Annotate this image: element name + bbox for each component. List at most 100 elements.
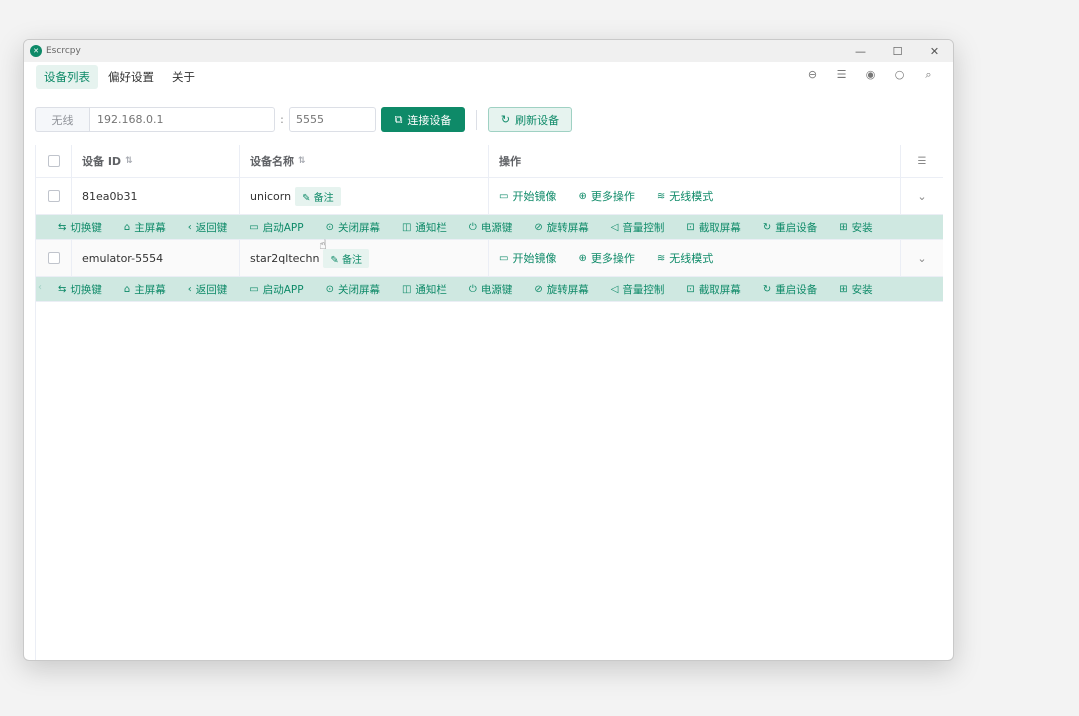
start-mirror-button[interactable]: ▭ 开始镜像 [499, 250, 556, 266]
log-icon[interactable]: ☰ [827, 68, 856, 82]
plus-circle-icon: ⊕ [578, 252, 587, 264]
github-icon[interactable]: ○ [885, 68, 914, 82]
connect-device-button[interactable]: ⧉ 连接设备 [381, 107, 465, 132]
action-switch[interactable]: ⇆ 切换键 [58, 282, 102, 297]
app-window: ✕ Escrcpy — ☐ ✕ 设备列表 偏好设置 关于 ⊖ ☰ ◉ ○ ⌕ 无… [23, 39, 954, 661]
action-back[interactable]: ‹ 返回键 [188, 282, 228, 297]
refresh-devices-button[interactable]: ↻ 刷新设备 [488, 107, 572, 132]
header-device-id[interactable]: 设备 ID ⇅ [72, 145, 240, 177]
action-notification[interactable]: ◫ 通知栏 [402, 282, 447, 297]
action-label: 重启设备 [775, 283, 818, 296]
device-id-cell: emulator-5554 [72, 240, 240, 276]
package-icon: ⊞ [839, 283, 848, 295]
action-rotate[interactable]: ⊘ 旋转屏幕 [534, 282, 588, 297]
action-switch[interactable]: ⇆ 切换键 [58, 220, 102, 235]
start-mirror-label: 开始镜像 [512, 190, 557, 203]
more-actions-label: 更多操作 [590, 190, 635, 203]
action-label: 通知栏 [415, 283, 447, 296]
action-home[interactable]: ⌂ 主屏幕 [124, 282, 166, 297]
minimize-button[interactable]: — [842, 40, 879, 62]
row-checkbox[interactable] [47, 252, 60, 264]
rotate-icon: ⊘ [534, 283, 543, 295]
device-table: 设备 ID ⇅ 设备名称 ⇅ 操作 ☰ 81ea0b31 unicorn ✎ 备… [35, 145, 943, 660]
port-separator: : [280, 113, 284, 126]
action-volume[interactable]: ◁ 音量控制 [611, 220, 665, 235]
remark-button[interactable]: ✎ 备注 [323, 248, 369, 268]
refresh-icon: ↻ [762, 221, 772, 233]
action-install[interactable]: ⊞ 安装 [839, 220, 872, 235]
action-power[interactable]: ⏻ 电源键 [469, 220, 512, 235]
window-title: Escrcpy [46, 46, 81, 56]
maximize-button[interactable]: ☐ [879, 40, 916, 62]
port-input[interactable] [289, 107, 376, 132]
action-back[interactable]: ‹ 返回键 [188, 220, 228, 235]
select-all-checkbox[interactable] [47, 155, 60, 167]
back-icon: ‹ [187, 283, 192, 295]
scroll-left-icon[interactable]: ‹ [38, 282, 42, 293]
action-label: 启动APP [262, 221, 304, 234]
more-actions-button[interactable]: ⊕ 更多操作 [578, 188, 634, 204]
header-device-id-label: 设备 ID [82, 155, 122, 168]
action-notification[interactable]: ◫ 通知栏 [402, 220, 447, 235]
quick-actions-strip: ‹ ⇆ 切换键 ⌂ 主屏幕 ‹ 返回键 ▭ 启动APP ⊙ 关闭屏幕 ◫ 通知栏 ⏻ 电源键 … [36, 277, 943, 302]
nav-preferences[interactable]: 偏好设置 [100, 65, 162, 89]
wireless-mode-button[interactable]: ≋ 无线模式 [657, 188, 713, 204]
close-button[interactable]: ✕ [916, 40, 953, 62]
crop-icon: ⊡ [686, 283, 695, 295]
action-screen-off[interactable]: ⊙ 关闭屏幕 [326, 220, 380, 235]
action-power[interactable]: ⏻ 电源键 [469, 282, 512, 297]
eye-icon: ⊙ [325, 221, 334, 233]
action-label: 启动APP [262, 283, 304, 296]
action-label: 主屏幕 [134, 221, 166, 234]
search-icon[interactable]: ⌕ [914, 68, 943, 82]
sort-icon[interactable]: ⇅ [298, 156, 306, 166]
header-device-name[interactable]: 设备名称 ⇅ [240, 145, 489, 177]
device-name: star2qltechn [250, 251, 320, 265]
row-checkbox[interactable] [47, 190, 60, 202]
remark-label: 备注 [313, 192, 334, 204]
action-screen-off[interactable]: ⊙ 关闭屏幕 [326, 282, 380, 297]
select-all-cell [36, 145, 72, 177]
sort-icon[interactable]: ⇅ [125, 156, 133, 166]
start-mirror-button[interactable]: ▭ 开始镜像 [499, 188, 556, 204]
action-install[interactable]: ⊞ 安装 [839, 282, 872, 297]
toolbar-divider [476, 109, 477, 130]
wireless-prefix: 无线 [35, 107, 89, 132]
action-volume[interactable]: ◁ 音量控制 [611, 282, 665, 297]
connect-device-label: 连接设备 [407, 113, 452, 127]
filter-icon[interactable]: ☰ [918, 156, 927, 167]
remark-label: 备注 [341, 254, 362, 266]
header-operations-label: 操作 [499, 155, 521, 168]
ip-input[interactable] [89, 107, 275, 132]
home-icon: ⌂ [123, 221, 131, 233]
action-label: 重启设备 [775, 221, 818, 234]
action-home[interactable]: ⌂ 主屏幕 [124, 220, 166, 235]
action-reboot[interactable]: ↻ 重启设备 [763, 220, 817, 235]
nav-device-list[interactable]: 设备列表 [36, 65, 98, 89]
quick-actions-strip: ⇆ 切换键 ⌂ 主屏幕 ‹ 返回键 ▭ 启动APP ⊙ 关闭屏幕 ◫ 通知栏 ⏻ 电源键 ⊘ 旋… [36, 215, 943, 240]
wifi-icon: ≋ [656, 252, 666, 264]
expand-toggle[interactable]: ⌄ [901, 178, 943, 214]
app-icon: ▭ [249, 283, 259, 295]
action-label: 电源键 [480, 221, 513, 234]
more-actions-button[interactable]: ⊕ 更多操作 [578, 250, 634, 266]
device-id-cell: 81ea0b31 [72, 178, 240, 214]
action-screenshot[interactable]: ⊡ 截取屏幕 [686, 282, 740, 297]
expand-toggle[interactable]: ⌄ [901, 240, 943, 276]
crop-icon: ⊡ [686, 221, 695, 233]
package-icon: ⊞ [839, 221, 848, 233]
refresh-devices-label: 刷新设备 [515, 113, 560, 127]
action-reboot[interactable]: ↻ 重启设备 [763, 282, 817, 297]
action-label: 截取屏幕 [698, 283, 741, 296]
remark-button[interactable]: ✎ 备注 [295, 186, 341, 206]
action-rotate[interactable]: ⊘ 旋转屏幕 [534, 220, 588, 235]
wireless-mode-button[interactable]: ≋ 无线模式 [657, 250, 713, 266]
action-screenshot[interactable]: ⊡ 截取屏幕 [686, 220, 740, 235]
action-launch-app[interactable]: ▭ 启动APP [249, 220, 303, 235]
language-icon[interactable]: ⊖ [798, 68, 827, 82]
theme-icon[interactable]: ◉ [856, 68, 885, 82]
action-launch-app[interactable]: ▭ 启动APP [249, 282, 303, 297]
nav-about[interactable]: 关于 [164, 65, 203, 89]
eye-icon: ⊙ [325, 283, 334, 295]
action-label: 旋转屏幕 [546, 283, 589, 296]
